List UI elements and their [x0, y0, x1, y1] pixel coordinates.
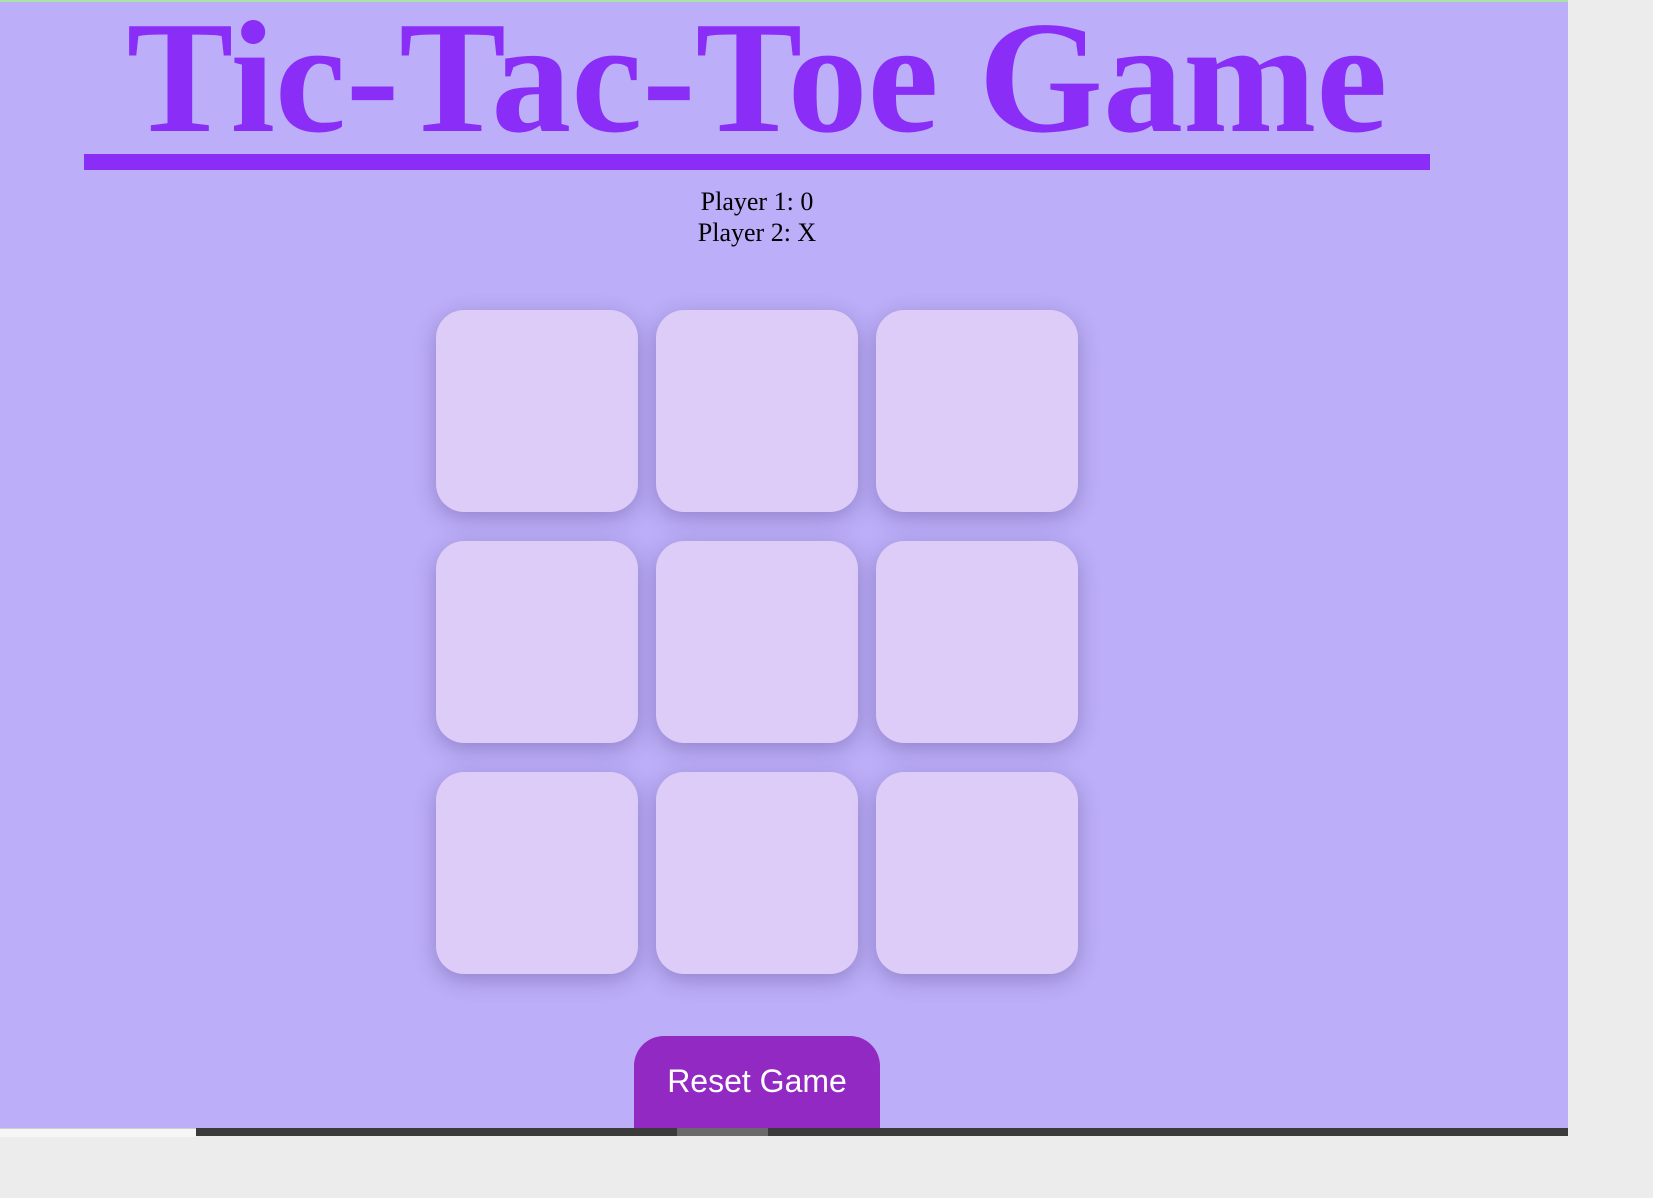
- board-cell-2[interactable]: [656, 310, 858, 512]
- bottom-bar: [0, 1128, 1568, 1198]
- board-cell-4[interactable]: [436, 541, 638, 743]
- scrollbar-thumb[interactable]: [677, 1128, 768, 1136]
- game-page: Tic-Tac-Toe Game Player 1: 0 Player 2: X…: [0, 0, 1568, 1128]
- game-board: [436, 310, 1078, 974]
- reset-game-label: Reset Game: [667, 1063, 847, 1099]
- player-2-label: Player 2: X: [697, 218, 817, 247]
- horizontal-scrollbar[interactable]: [196, 1128, 1568, 1136]
- board-cell-7[interactable]: [436, 772, 638, 974]
- board-cell-3[interactable]: [876, 310, 1078, 512]
- window-gutter: [1568, 0, 1653, 1198]
- title-underline: [84, 154, 1430, 170]
- player-1-label: Player 1: 0: [700, 187, 814, 216]
- player-info: Player 1: 0 Player 2: X: [0, 186, 1514, 248]
- board-cell-1[interactable]: [436, 310, 638, 512]
- status-strip: [0, 1128, 196, 1137]
- board-cell-9[interactable]: [876, 772, 1078, 974]
- board-cell-6[interactable]: [876, 541, 1078, 743]
- reset-game-button[interactable]: Reset Game: [634, 1036, 880, 1128]
- board-cell-5[interactable]: [656, 541, 858, 743]
- page-title: Tic-Tac-Toe Game: [126, 0, 1388, 166]
- board-cell-8[interactable]: [656, 772, 858, 974]
